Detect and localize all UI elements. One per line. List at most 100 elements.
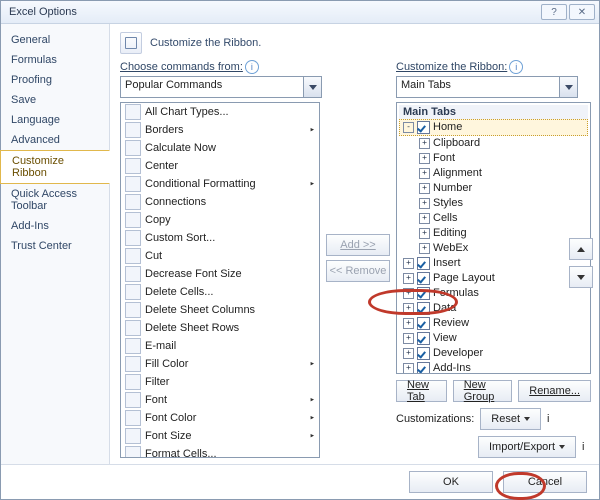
expand-toggle[interactable]: -	[403, 122, 414, 133]
rename-button[interactable]: Rename...	[518, 380, 591, 402]
command-item[interactable]: Calculate Now▸	[121, 139, 319, 157]
commands-listbox[interactable]: All Chart Types...▸Borders▸Calculate Now…	[120, 102, 320, 458]
command-item[interactable]: All Chart Types...▸	[121, 103, 319, 121]
move-up-button[interactable]	[569, 238, 593, 260]
info-icon[interactable]: i	[509, 60, 523, 74]
tree-node[interactable]: +Number	[415, 181, 588, 196]
checkbox[interactable]	[417, 317, 430, 330]
checkbox[interactable]	[417, 362, 430, 374]
sidebar-item-save[interactable]: Save	[1, 90, 109, 110]
sidebar-item-quick-access-toolbar[interactable]: Quick Access Toolbar	[1, 184, 109, 216]
sidebar-item-add-ins[interactable]: Add-Ins	[1, 216, 109, 236]
add-button[interactable]: Add >>	[326, 234, 390, 256]
command-icon	[125, 230, 141, 246]
command-item[interactable]: Delete Sheet Rows▸	[121, 319, 319, 337]
move-down-button[interactable]	[569, 266, 593, 288]
ok-button[interactable]: OK	[409, 471, 493, 493]
new-group-button[interactable]: New Group	[453, 380, 513, 402]
help-button[interactable]: ?	[541, 4, 567, 20]
command-item[interactable]: Connections▸	[121, 193, 319, 211]
command-item[interactable]: E-mail▸	[121, 337, 319, 355]
expand-toggle[interactable]: +	[403, 273, 414, 284]
expand-indicator: ▸	[310, 413, 315, 423]
tree-node[interactable]: +View	[399, 331, 588, 346]
command-item[interactable]: Delete Sheet Columns▸	[121, 301, 319, 319]
command-item[interactable]: Custom Sort...▸	[121, 229, 319, 247]
expand-toggle[interactable]: +	[419, 243, 430, 254]
info-icon[interactable]: i	[582, 441, 584, 453]
expand-indicator: ▸	[310, 431, 315, 441]
command-item[interactable]: Center▸	[121, 157, 319, 175]
command-item[interactable]: Fill Color▸	[121, 355, 319, 373]
command-item[interactable]: Conditional Formatting▸	[121, 175, 319, 193]
checkbox[interactable]	[417, 121, 430, 134]
command-item[interactable]: Font▸	[121, 391, 319, 409]
tree-node[interactable]: +Formulas	[399, 286, 588, 301]
command-item[interactable]: Format Cells...▸	[121, 445, 319, 458]
tree-node[interactable]: +Cells	[415, 211, 588, 226]
close-button[interactable]: ✕	[569, 4, 595, 20]
command-item[interactable]: Font Color▸	[121, 409, 319, 427]
tree-node[interactable]: +Clipboard	[415, 136, 588, 151]
tree-node[interactable]: +Add-Ins	[399, 361, 588, 374]
tree-node[interactable]: +Insert	[399, 256, 588, 271]
expand-toggle[interactable]: +	[403, 303, 414, 314]
sidebar-item-customize-ribbon[interactable]: Customize Ribbon	[0, 150, 110, 184]
checkbox[interactable]	[417, 272, 430, 285]
tree-node-label: Number	[433, 181, 472, 196]
sidebar-item-formulas[interactable]: Formulas	[1, 50, 109, 70]
checkbox[interactable]	[417, 287, 430, 300]
tree-node[interactable]: +Developer	[399, 346, 588, 361]
tabs-tree[interactable]: Main Tabs -Home+Clipboard+Font+Alignment…	[396, 102, 591, 374]
info-icon[interactable]: i	[547, 413, 549, 425]
tree-node[interactable]: +Editing	[415, 226, 588, 241]
expand-toggle[interactable]: +	[403, 318, 414, 329]
tree-node[interactable]: +Alignment	[415, 166, 588, 181]
checkbox[interactable]	[417, 347, 430, 360]
sidebar-item-advanced[interactable]: Advanced	[1, 130, 109, 150]
sidebar-item-language[interactable]: Language	[1, 110, 109, 130]
expand-toggle[interactable]: +	[403, 333, 414, 344]
checkbox[interactable]	[417, 257, 430, 270]
checkbox[interactable]	[417, 332, 430, 345]
command-item[interactable]: Cut▸	[121, 247, 319, 265]
expand-toggle[interactable]: +	[403, 258, 414, 269]
tree-node[interactable]: +Page Layout	[399, 271, 588, 286]
command-item[interactable]: Filter▸	[121, 373, 319, 391]
customize-ribbon-combo[interactable]: Main Tabs	[396, 76, 578, 98]
import-export-button[interactable]: Import/Export	[478, 436, 576, 458]
tree-node[interactable]: +Data	[399, 301, 588, 316]
checkbox[interactable]	[417, 302, 430, 315]
new-tab-button[interactable]: New Tab	[396, 380, 447, 402]
cancel-button[interactable]: Cancel	[503, 471, 587, 493]
remove-button[interactable]: << Remove	[326, 260, 390, 282]
expand-toggle[interactable]: +	[419, 168, 430, 179]
expand-toggle[interactable]: +	[419, 183, 430, 194]
chevron-down-icon[interactable]	[559, 77, 577, 97]
sidebar-item-general[interactable]: General	[1, 30, 109, 50]
sidebar-item-trust-center[interactable]: Trust Center	[1, 236, 109, 256]
command-item[interactable]: Delete Cells...▸	[121, 283, 319, 301]
expand-toggle[interactable]: +	[403, 288, 414, 299]
command-item[interactable]: Borders▸	[121, 121, 319, 139]
command-item[interactable]: Decrease Font Size▸	[121, 265, 319, 283]
expand-toggle[interactable]: +	[403, 363, 414, 374]
sidebar-item-proofing[interactable]: Proofing	[1, 70, 109, 90]
tree-node[interactable]: +Font	[415, 151, 588, 166]
command-item[interactable]: Font Size▸	[121, 427, 319, 445]
expand-toggle[interactable]: +	[419, 213, 430, 224]
expand-toggle[interactable]: +	[419, 228, 430, 239]
expand-toggle[interactable]: +	[403, 348, 414, 359]
tree-node[interactable]: +Styles	[415, 196, 588, 211]
tree-node[interactable]: +WebEx	[415, 241, 588, 256]
tree-node[interactable]: +Review	[399, 316, 588, 331]
expand-toggle[interactable]: +	[419, 198, 430, 209]
command-item[interactable]: Copy▸	[121, 211, 319, 229]
tree-node[interactable]: -Home	[399, 119, 588, 136]
reset-button[interactable]: Reset	[480, 408, 541, 430]
chevron-down-icon[interactable]	[303, 77, 321, 97]
expand-toggle[interactable]: +	[419, 153, 430, 164]
expand-toggle[interactable]: +	[419, 138, 430, 149]
choose-commands-combo[interactable]: Popular Commands	[120, 76, 322, 98]
info-icon[interactable]: i	[245, 60, 259, 74]
